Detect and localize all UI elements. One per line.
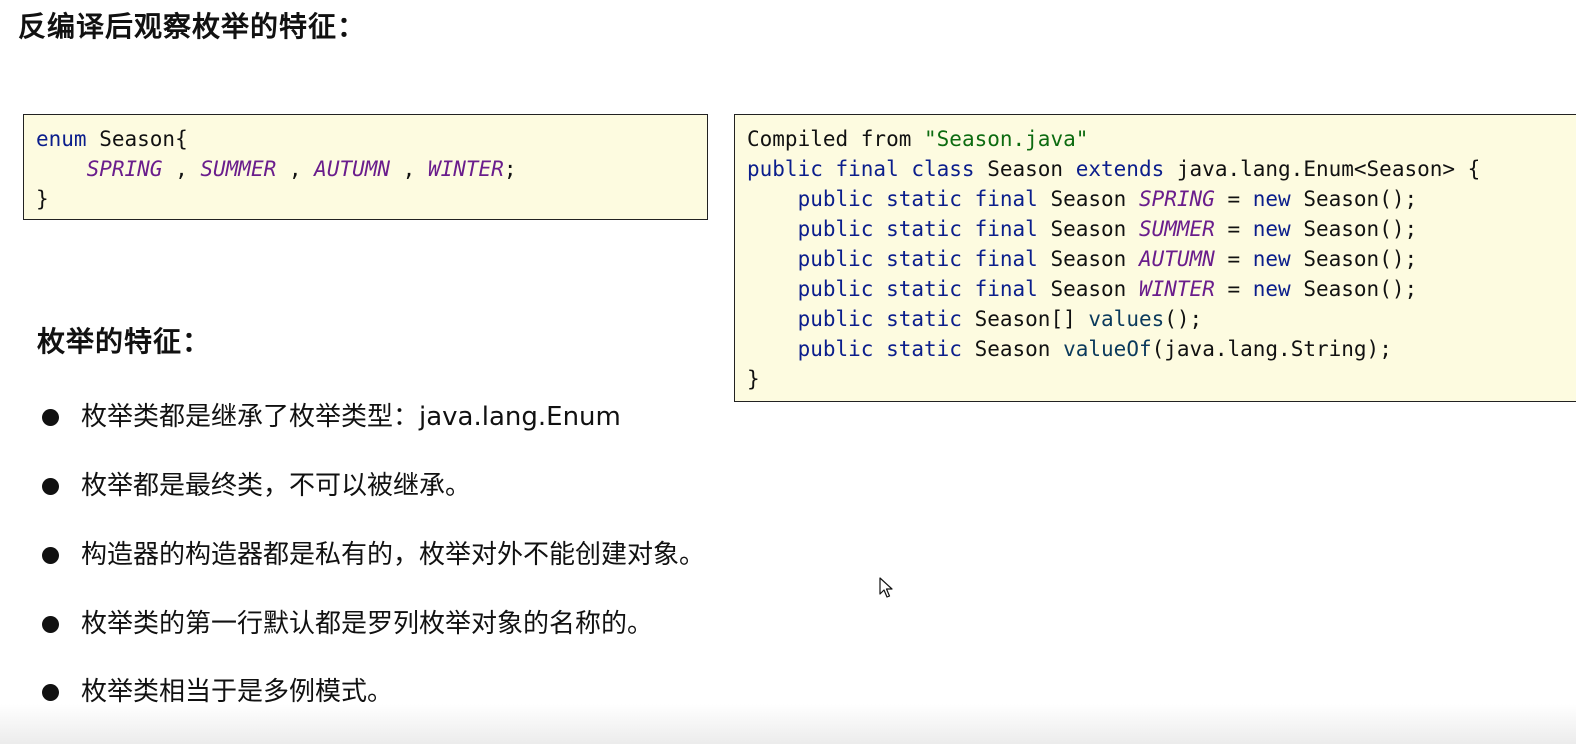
- field-modifiers: public static final: [797, 277, 1038, 301]
- feature-text: 枚举类的第一行默认都是罗列枚举对象的名称的。: [81, 609, 654, 639]
- code-line-3: }: [36, 184, 707, 214]
- assign: =: [1214, 247, 1253, 271]
- separator: ,: [162, 157, 201, 181]
- field-modifiers: public static final: [797, 187, 1038, 211]
- constructor-call: Season();: [1290, 247, 1418, 271]
- method-name-values: values: [1088, 307, 1165, 331]
- code-line-1: enum Season{: [36, 124, 707, 154]
- new-keyword: new: [1252, 277, 1291, 301]
- assign: =: [1214, 217, 1253, 241]
- field-type: Season: [1037, 277, 1139, 301]
- compiled-from-label: Compiled from: [747, 127, 925, 151]
- separator: ,: [276, 157, 315, 181]
- decompiled-field-summer: public static final Season SUMMER = new …: [747, 214, 1576, 244]
- enum-keyword: enum: [36, 127, 87, 151]
- class-name: Season: [974, 157, 1076, 181]
- features-heading: 枚举的特征：: [37, 325, 212, 358]
- page-title: 反编译后观察枚举的特征：: [18, 10, 367, 43]
- closing-brace: }: [36, 187, 49, 211]
- semicolon: ;: [503, 157, 517, 181]
- enum-constant-summer: SUMMER: [200, 157, 277, 181]
- field-name-autumn: AUTUMN: [1138, 247, 1215, 271]
- superclass: java.lang.Enum<Season> {: [1164, 157, 1481, 181]
- method-name-valueof: valueOf: [1063, 337, 1152, 361]
- assign: =: [1214, 187, 1253, 211]
- new-keyword: new: [1252, 247, 1291, 271]
- constructor-call: Season();: [1290, 187, 1418, 211]
- method-modifiers: public static: [797, 307, 962, 331]
- assign: =: [1214, 277, 1253, 301]
- field-name-summer: SUMMER: [1138, 217, 1215, 241]
- field-type: Season: [1037, 217, 1139, 241]
- bullet-icon: [42, 547, 59, 564]
- feature-text: 枚举类都是继承了枚举类型：java.lang.Enum: [81, 402, 621, 432]
- field-type: Season: [1037, 247, 1139, 271]
- new-keyword: new: [1252, 217, 1291, 241]
- method-return-type: Season[]: [961, 307, 1089, 331]
- bullet-icon: [42, 478, 59, 495]
- decompiled-method-values: public static Season[] values();: [747, 304, 1576, 334]
- constructor-call: Season();: [1290, 277, 1418, 301]
- method-params: ();: [1164, 307, 1203, 331]
- field-modifiers: public static final: [797, 217, 1038, 241]
- decompiled-field-autumn: public static final Season AUTUMN = new …: [747, 244, 1576, 274]
- method-params: (java.lang.String);: [1151, 337, 1392, 361]
- enum-constant-spring: SPRING: [86, 157, 163, 181]
- code-line-2: SPRING , SUMMER , AUTUMN , WINTER;: [36, 154, 707, 184]
- separator: ,: [390, 157, 428, 181]
- bottom-shadow: [0, 704, 1576, 744]
- class-modifiers: public final class: [747, 157, 975, 181]
- decompiled-code-box: Compiled from "Season.java" public final …: [734, 114, 1576, 402]
- field-name-spring: SPRING: [1138, 187, 1215, 211]
- constructor-call: Season();: [1290, 217, 1418, 241]
- enum-declaration: Season{: [86, 127, 188, 151]
- decompiled-field-spring: public static final Season SPRING = new …: [747, 184, 1576, 214]
- decompiled-line-class: public final class Season extends java.l…: [747, 154, 1576, 184]
- method-modifiers: public static: [797, 337, 962, 361]
- bullet-icon: [42, 616, 59, 633]
- closing-brace: }: [747, 367, 760, 391]
- decompiled-line-header: Compiled from "Season.java": [747, 124, 1576, 154]
- bullet-icon: [42, 409, 59, 426]
- field-name-winter: WINTER: [1138, 277, 1215, 301]
- method-return-type: Season: [961, 337, 1064, 361]
- enum-constant-autumn: AUTUMN: [314, 157, 391, 181]
- new-keyword: new: [1252, 187, 1291, 211]
- mouse-pointer-icon: [879, 577, 893, 598]
- decompiled-closing-brace: }: [747, 364, 1576, 394]
- feature-text: 构造器的构造器都是私有的，枚举对外不能创建对象。: [81, 540, 706, 570]
- decompiled-field-winter: public static final Season WINTER = new …: [747, 274, 1576, 304]
- extends-keyword: extends: [1075, 157, 1165, 181]
- enum-constant-winter: WINTER: [427, 157, 504, 181]
- bullet-icon: [42, 684, 59, 701]
- feature-text: 枚举都是最终类，不可以被继承。: [81, 471, 472, 501]
- enum-source-code-box: enum Season{ SPRING , SUMMER , AUTUMN , …: [23, 114, 708, 220]
- source-filename: "Season.java": [924, 127, 1089, 151]
- field-type: Season: [1037, 187, 1139, 211]
- decompiled-method-valueof: public static Season valueOf(java.lang.S…: [747, 334, 1576, 364]
- field-modifiers: public static final: [797, 247, 1038, 271]
